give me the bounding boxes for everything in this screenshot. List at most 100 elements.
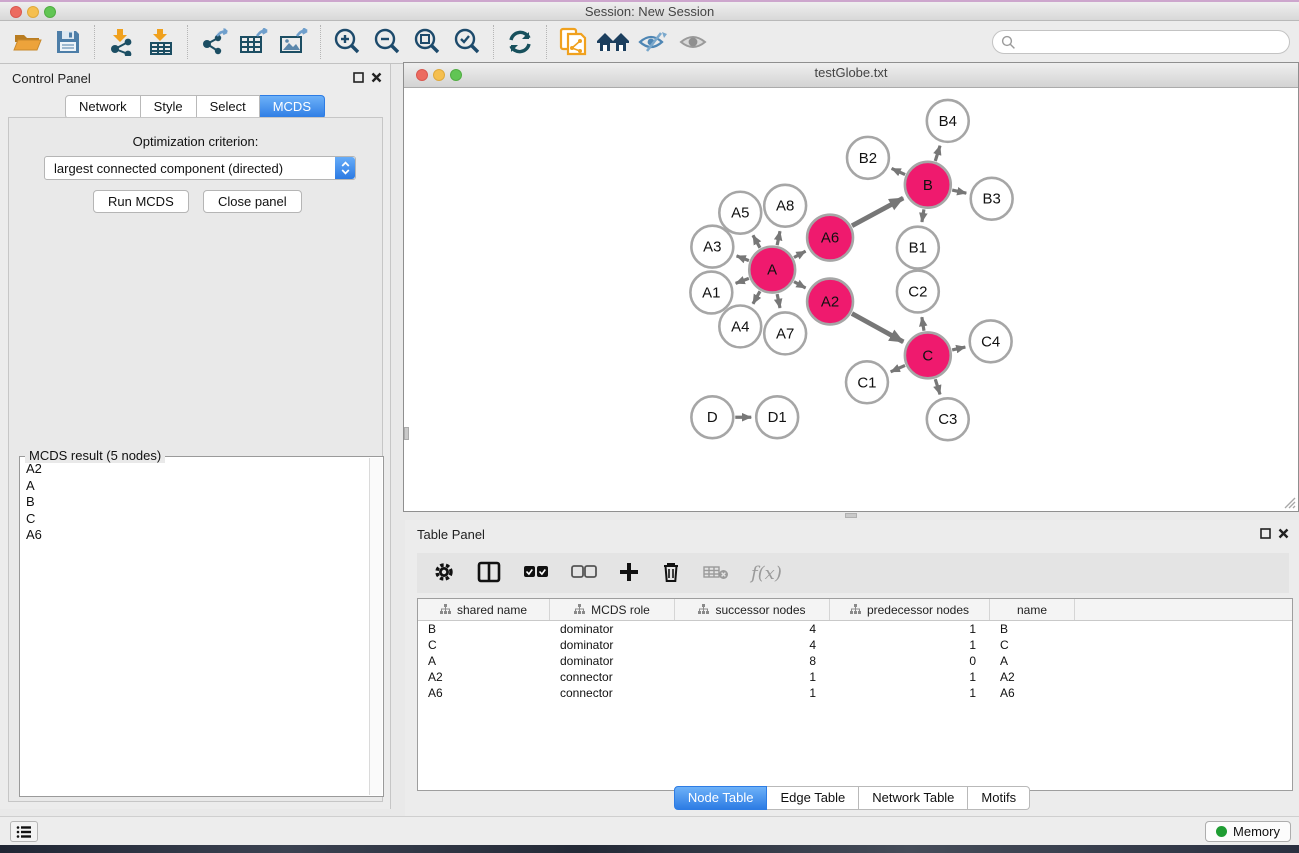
refresh-view-button[interactable]: [500, 24, 540, 60]
tab-edge-table[interactable]: Edge Table: [767, 786, 859, 810]
tab-select[interactable]: Select: [197, 95, 260, 119]
tab-node-table[interactable]: Node Table: [674, 786, 768, 810]
node-B3[interactable]: B3: [971, 178, 1013, 220]
show-graphics-details-button[interactable]: [673, 24, 713, 60]
node-B1[interactable]: B1: [897, 227, 939, 269]
edge-A6-B[interactable]: [852, 198, 903, 226]
export-image-button[interactable]: [274, 24, 314, 60]
table-row[interactable]: Bdominator41B: [418, 621, 1292, 637]
node-A4[interactable]: A4: [719, 305, 761, 347]
column-header-shared-name[interactable]: shared name: [418, 599, 550, 620]
node-A1[interactable]: A1: [690, 272, 732, 314]
zoom-fit-button[interactable]: [407, 24, 447, 60]
result-scrollbar[interactable]: [369, 458, 382, 795]
result-item[interactable]: A6: [21, 527, 368, 544]
save-session-button[interactable]: [48, 24, 88, 60]
mcds-result-list[interactable]: A2ABCA6: [21, 461, 368, 795]
deselect-all-columns-button[interactable]: [571, 565, 597, 582]
edge-A-A3[interactable]: [737, 256, 749, 261]
export-network-button[interactable]: [194, 24, 234, 60]
column-header-predecessor-nodes[interactable]: predecessor nodes: [830, 599, 990, 620]
close-table-panel-icon[interactable]: [1278, 527, 1289, 542]
edge-A2-C[interactable]: [852, 314, 903, 342]
show-column-button[interactable]: [477, 561, 501, 586]
task-history-button[interactable]: [10, 821, 38, 842]
edge-C-C2[interactable]: [922, 317, 924, 331]
result-item[interactable]: A: [21, 478, 368, 495]
node-C4[interactable]: C4: [970, 320, 1012, 362]
node-C3[interactable]: C3: [927, 398, 969, 440]
select-all-columns-button[interactable]: [523, 565, 549, 582]
node-A7[interactable]: A7: [764, 312, 806, 354]
edge-B-B4[interactable]: [935, 146, 940, 161]
float-table-panel-icon[interactable]: [1260, 527, 1271, 542]
node-B4[interactable]: B4: [927, 100, 969, 142]
column-header-name[interactable]: name: [990, 599, 1075, 620]
edge-A-A4[interactable]: [753, 291, 760, 303]
table-settings-button[interactable]: [433, 561, 455, 586]
criterion-dropdown[interactable]: largest connected component (directed): [44, 156, 356, 180]
search-input[interactable]: [992, 30, 1290, 54]
node-A8[interactable]: A8: [764, 185, 806, 227]
node-C1[interactable]: C1: [846, 361, 888, 403]
node-A2[interactable]: A2: [807, 279, 853, 325]
copy-view-button[interactable]: [553, 24, 593, 60]
edge-A-A2[interactable]: [794, 282, 806, 288]
node-C2[interactable]: C2: [897, 271, 939, 313]
edge-B-B3[interactable]: [952, 190, 966, 193]
zoom-out-button[interactable]: [367, 24, 407, 60]
result-item[interactable]: B: [21, 494, 368, 511]
edge-C-C4[interactable]: [952, 347, 965, 350]
function-builder-button[interactable]: f(x): [751, 563, 782, 584]
export-table-button[interactable]: [234, 24, 274, 60]
open-file-button[interactable]: [8, 24, 48, 60]
edge-B-B1[interactable]: [922, 209, 924, 222]
node-A6[interactable]: A6: [807, 215, 853, 261]
edge-C-C1[interactable]: [891, 365, 905, 371]
network-canvas[interactable]: B4 B2 B B3 A5A8A6 A3 A B1 A1 A2 C2 A4A7 C4 C C1 D D1 C3: [404, 89, 1298, 511]
node-B2[interactable]: B2: [847, 137, 889, 179]
result-item[interactable]: A2: [21, 461, 368, 478]
close-panel-icon[interactable]: [371, 71, 382, 86]
node-A5[interactable]: A5: [719, 192, 761, 234]
houses-button[interactable]: [593, 24, 633, 60]
edge-B-B2[interactable]: [892, 168, 905, 174]
column-header-successor-nodes[interactable]: successor nodes: [675, 599, 830, 620]
edge-A-A8[interactable]: [777, 231, 780, 245]
node-B[interactable]: B: [905, 162, 951, 208]
result-item[interactable]: C: [21, 511, 368, 528]
edge-A-A5[interactable]: [753, 235, 760, 247]
table-row[interactable]: Cdominator41C: [418, 637, 1292, 653]
edge-A-A7[interactable]: [777, 294, 780, 308]
zoom-selected-button[interactable]: [447, 24, 487, 60]
tab-network-table[interactable]: Network Table: [859, 786, 968, 810]
zoom-in-button[interactable]: [327, 24, 367, 60]
hide-graphics-details-button[interactable]: [633, 24, 673, 60]
edge-A-A1[interactable]: [736, 278, 749, 283]
node-D[interactable]: D: [691, 396, 733, 438]
column-header-MCDS-role[interactable]: MCDS role: [550, 599, 675, 620]
edge-A-A6[interactable]: [794, 251, 806, 257]
node-A3[interactable]: A3: [691, 226, 733, 268]
resize-grip-icon[interactable]: [1282, 495, 1296, 509]
tab-style[interactable]: Style: [141, 95, 197, 119]
node-C[interactable]: C: [905, 332, 951, 378]
table-row[interactable]: Adominator80A: [418, 653, 1292, 669]
close-panel-button[interactable]: Close panel: [203, 190, 302, 213]
run-mcds-button[interactable]: Run MCDS: [93, 190, 189, 213]
memory-button[interactable]: Memory: [1205, 821, 1291, 842]
node-A[interactable]: A: [749, 247, 795, 293]
tab-network[interactable]: Network: [65, 95, 141, 119]
tab-motifs[interactable]: Motifs: [968, 786, 1030, 810]
delete-table-button[interactable]: [703, 564, 729, 583]
edge-C-C3[interactable]: [935, 379, 940, 394]
import-table-button[interactable]: [141, 24, 181, 60]
float-panel-icon[interactable]: [353, 71, 364, 86]
table-row[interactable]: A6connector11A6: [418, 685, 1292, 701]
table-row[interactable]: A2connector11A2: [418, 669, 1292, 685]
node-D1[interactable]: D1: [756, 396, 798, 438]
delete-column-button[interactable]: [661, 561, 681, 586]
tab-mcds[interactable]: MCDS: [260, 95, 325, 119]
import-network-button[interactable]: [101, 24, 141, 60]
create-column-button[interactable]: [619, 562, 639, 585]
